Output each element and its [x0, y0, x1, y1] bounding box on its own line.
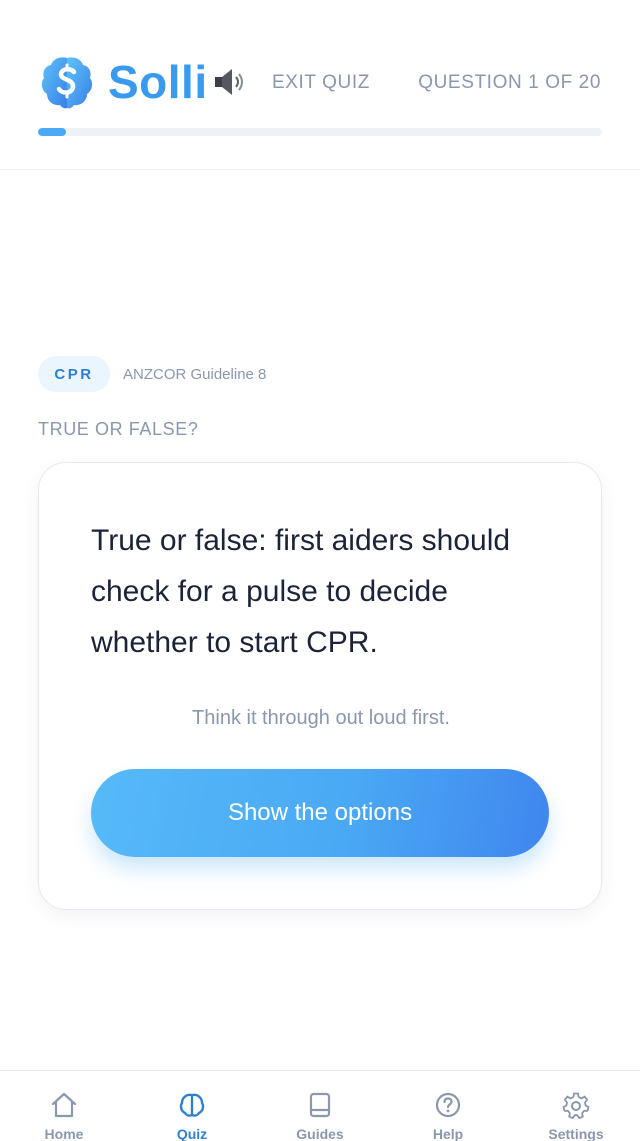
nav-item-settings[interactable]: Settings	[531, 1071, 621, 1141]
hint-text: Think it through out loud first.	[192, 707, 450, 729]
question-text: True or false: first aiders should check…	[91, 524, 511, 659]
nav-label: Settings	[548, 1126, 604, 1141]
brain-icon	[179, 1093, 205, 1117]
book-icon	[309, 1092, 331, 1118]
nav-label: Home	[44, 1126, 84, 1141]
nav-label: Quiz	[176, 1126, 208, 1141]
nav-label: Help	[432, 1126, 464, 1141]
show-options-button[interactable]: Show the options	[91, 769, 549, 857]
exit-quiz-link[interactable]: EXIT QUIZ	[272, 72, 370, 94]
question-type-label: TRUE OR FALSE?	[38, 419, 199, 439]
nav-item-guides[interactable]: Guides	[275, 1071, 365, 1141]
header: Solli EXIT QUIZ QUESTION 1 OF 20	[0, 0, 640, 170]
bottom-nav: Home Quiz Guides Help Settings	[0, 1070, 640, 1141]
brain-logo-icon	[41, 57, 93, 109]
question-card: True or false: first aiders should check…	[38, 462, 602, 910]
guideline-label: ANZCOR Guideline 8	[123, 366, 267, 383]
progress-bar	[38, 128, 602, 136]
brand-name: Solli	[108, 56, 208, 108]
help-circle-icon	[435, 1092, 461, 1118]
nav-item-quiz[interactable]: Quiz	[147, 1071, 237, 1141]
nav-item-home[interactable]: Home	[19, 1071, 109, 1141]
home-icon	[51, 1092, 77, 1118]
nav-item-help[interactable]: Help	[403, 1071, 493, 1141]
topic-tag: CPR	[38, 356, 110, 392]
nav-label: Guides	[296, 1126, 344, 1141]
speaker-icon[interactable]	[212, 66, 246, 98]
question-counter: QUESTION 1 OF 20	[418, 72, 601, 93]
gear-icon	[562, 1092, 590, 1119]
progress-fill	[38, 128, 67, 136]
quiz-screen: Solli EXIT QUIZ QUESTION 1 OF 20 CPR ANZ…	[0, 0, 640, 1141]
